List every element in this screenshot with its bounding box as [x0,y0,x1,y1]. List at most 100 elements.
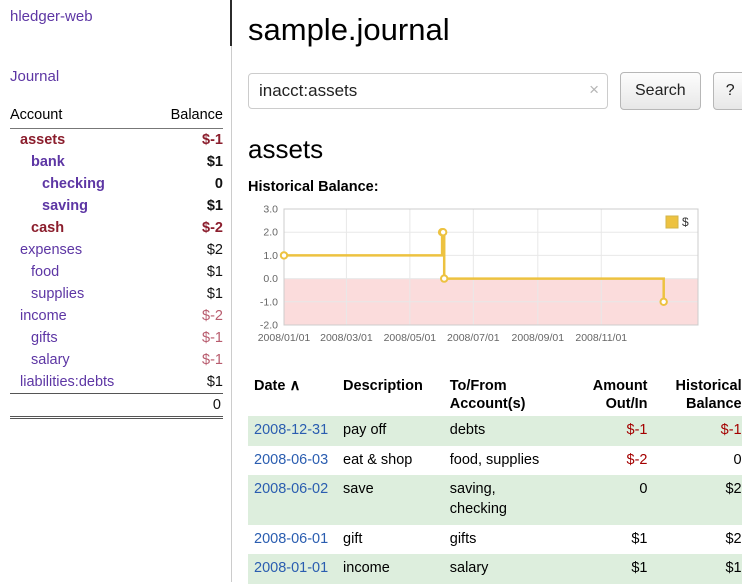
search-button[interactable]: Search [620,72,701,110]
account-row: cash$-2 [10,217,223,239]
transaction-date-cell: 2008-01-01 [248,554,337,584]
account-link-supplies[interactable]: supplies [10,286,84,302]
scrollbar-thumb [230,0,232,46]
transaction-balance: $2 [654,475,742,524]
transaction-description: eat & shop [337,446,444,476]
y-axis-tick-label: -1.0 [260,296,278,308]
account-balance: $-2 [202,308,223,324]
register-header: Date∧ Description To/From Account(s) Amo… [248,374,742,416]
account-row: bank $1 [10,151,223,173]
transaction-date-link[interactable]: 2008-06-02 [254,481,328,497]
column-header-date[interactable]: Date∧ [248,374,337,416]
transaction-date-cell: 2008-06-02 [248,475,337,524]
transaction-date-link[interactable]: 2008-12-31 [254,422,328,438]
y-axis-tick-label: -2.0 [260,320,278,332]
accounts-header-balance: Balance [171,107,223,123]
transaction-date-link[interactable]: 2008-06-01 [254,531,328,547]
account-balance: 0 [215,176,223,192]
x-axis-tick-label: 2008/05/01 [384,332,437,344]
data-point [441,275,447,281]
accounts-total-value: 0 [213,397,221,413]
search-input[interactable] [248,73,608,109]
account-balance: $1 [207,198,223,214]
column-header-accounts: To/From Account(s) [444,374,571,416]
account-link-checking[interactable]: checking [10,176,105,192]
accounts-panel: Account Balance assets $-1 bank $1 checking 0… [10,105,223,419]
y-axis-tick-label: 3.0 [263,204,278,216]
transaction-accounts: saving, checking [444,475,571,524]
register-table: Date∧ Description To/From Account(s) Amo… [248,374,742,584]
account-link-bank[interactable]: bank [10,154,65,170]
register-row: 2008-06-02savesaving, checking0$2 [248,475,742,524]
help-button[interactable]: ? [713,72,742,110]
account-balance: $1 [207,154,223,170]
x-axis-tick-label: 2008/01/01 [258,332,311,344]
data-point [440,229,446,235]
transaction-accounts: gifts [444,525,571,555]
account-balance: $-1 [202,352,223,368]
transaction-amount: $-2 [571,446,653,476]
account-link-expenses[interactable]: expenses [10,242,82,258]
account-balance: $1 [207,286,223,302]
transaction-date-cell: 2008-12-31 [248,416,337,446]
column-header-description: Description [337,374,444,416]
search-box: × [248,73,608,109]
x-axis-tick-label: 2008/09/01 [512,332,565,344]
account-tree: assets$-1bank$1checking0saving$1cash$-2e… [10,129,223,393]
clear-search-icon[interactable]: × [589,81,599,98]
account-row: liabilities:debts $1 [10,371,223,393]
transaction-date-cell: 2008-06-03 [248,446,337,476]
transaction-accounts: debts [444,416,571,446]
account-link-gifts[interactable]: gifts [10,330,58,346]
account-row: supplies $1 [10,283,223,305]
transaction-balance: 0 [654,446,742,476]
account-link-food[interactable]: food [10,264,59,280]
account-row: income $-2 [10,305,223,327]
transaction-amount: 0 [571,475,653,524]
transaction-balance: $2 [654,525,742,555]
transaction-amount: $-1 [571,416,653,446]
search-bar: × Search ? [248,72,742,110]
x-axis-tick-label: 2008/07/01 [447,332,500,344]
account-heading: assets [248,134,742,165]
nav-journal-link[interactable]: Journal [10,68,223,85]
transaction-balance: $-1 [654,416,742,446]
accounts-header-account: Account [10,107,62,123]
sidebar: hledger-web Journal Account Balance asse… [0,0,232,582]
account-link-salary[interactable]: salary [10,352,70,368]
account-link-liabilities-debts[interactable]: liabilities:debts [10,374,114,390]
account-link-saving[interactable]: saving [10,198,88,214]
account-link-cash[interactable]: cash [10,220,64,236]
account-link-income[interactable]: income [10,308,67,324]
transaction-accounts: food, supplies [444,446,571,476]
account-link-assets[interactable]: assets [10,132,65,148]
transaction-balance: $1 [654,554,742,584]
main-content: sample.journal × Search ? assets Histori… [232,0,742,582]
account-row: gifts $-1 [10,327,223,349]
transaction-date-link[interactable]: 2008-06-03 [254,452,328,468]
account-row: expenses $2 [10,239,223,261]
legend-label: $ [682,215,689,229]
account-balance: $-1 [202,132,223,148]
transaction-date-link[interactable]: 2008-01-01 [254,560,328,576]
y-axis-tick-label: 1.0 [263,250,278,262]
transaction-description: pay off [337,416,444,446]
accounts-table-header: Account Balance [10,105,223,129]
x-axis-tick-label: 2008/03/01 [320,332,373,344]
accounts-total-row: 0 [10,393,223,419]
y-axis-tick-label: 2.0 [263,227,278,239]
app-window: hledger-web Journal Account Balance asse… [0,0,742,582]
account-balance: $1 [207,374,223,390]
register-row: 2008-12-31pay offdebts$-1$-1 [248,416,742,446]
column-header-amount: Amount Out/In [571,374,653,416]
chart-title: Historical Balance: [248,179,742,195]
legend-swatch [666,216,678,228]
historical-balance-chart: 3.02.01.00.0-1.0-2.02008/01/012008/03/01… [248,203,742,360]
brand-link[interactable]: hledger-web [10,8,93,25]
account-balance: $-1 [202,330,223,346]
account-row: food$1 [10,261,223,283]
chart-svg: 3.02.01.00.0-1.0-2.02008/01/012008/03/01… [248,203,706,355]
column-header-balance: Historical Balance [654,374,742,416]
account-balance: $2 [207,242,223,258]
register-row: 2008-01-01incomesalary$1$1 [248,554,742,584]
